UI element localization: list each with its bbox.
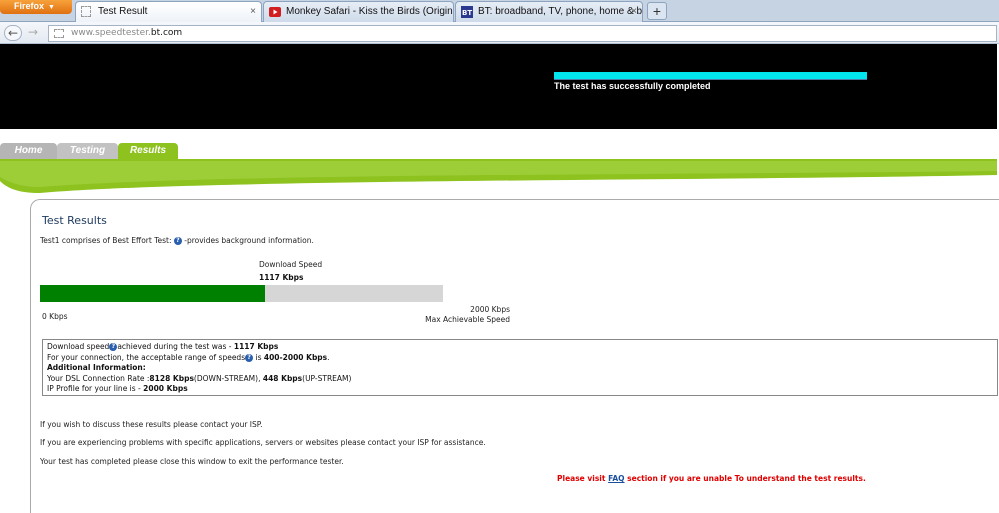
forward-button[interactable]: → bbox=[24, 25, 42, 41]
info-value: 2000 Kbps bbox=[143, 384, 188, 393]
tab-test-result[interactable]: Test Result × bbox=[75, 1, 262, 23]
info-text: Your DSL Connection Rate : bbox=[47, 373, 150, 383]
close-tab-icon[interactable]: × bbox=[250, 2, 256, 21]
info-text: Download speed bbox=[47, 342, 110, 351]
info-value: 448 Kbps bbox=[262, 373, 303, 383]
app-problems-text: If you are experiencing problems with sp… bbox=[40, 438, 486, 447]
info-value: 1117 Kbps bbox=[233, 342, 279, 351]
intro-text-after: -provides background information. bbox=[181, 236, 314, 245]
contact-isp-text: If you wish to discuss these results ple… bbox=[40, 420, 263, 429]
speed-min-label: 0 Kbps bbox=[42, 312, 68, 321]
new-tab-button[interactable]: + bbox=[647, 2, 667, 20]
speed-max-value: 2000 Kbps bbox=[470, 305, 510, 314]
back-arrow-icon: ← bbox=[7, 26, 19, 40]
info-value: 8128 Kbps bbox=[149, 373, 194, 383]
back-button[interactable]: ← bbox=[4, 25, 22, 41]
faq-text: Please visit bbox=[557, 474, 609, 483]
info-heading: Additional Information: bbox=[47, 363, 146, 372]
navigation-toolbar: ← → www.speedtester.bt.com bbox=[0, 22, 999, 44]
info-text: is bbox=[253, 352, 264, 362]
help-icon[interactable]: ? bbox=[245, 353, 254, 362]
page-title: Test Results bbox=[42, 214, 107, 227]
progress-underline bbox=[554, 79, 867, 80]
firefox-menu-button[interactable]: Firefox ▼ bbox=[0, 0, 72, 14]
tester-banner: The test has successfully completed bbox=[0, 44, 997, 129]
help-icon[interactable]: ? bbox=[173, 237, 182, 245]
speed-bar-track bbox=[40, 285, 443, 302]
speed-max-label: Max Achievable Speed bbox=[425, 315, 510, 324]
info-text: . bbox=[327, 352, 330, 362]
firefox-menu-label: Firefox bbox=[14, 1, 45, 11]
download-speed-value: 1117 Kbps bbox=[259, 273, 304, 282]
nav-tab-home[interactable]: Home bbox=[0, 143, 57, 159]
info-line-ip-profile: IP Profile for your line is - 2000 Kbps bbox=[47, 384, 993, 395]
tab-bt[interactable]: BT BT: broadband, TV, phone, home & b...… bbox=[455, 1, 643, 22]
test-progress-bar bbox=[554, 72, 867, 79]
url-host: bt.com bbox=[150, 28, 183, 38]
info-text: (DOWN-STREAM), bbox=[193, 373, 263, 383]
info-text: IP Profile for your line is - bbox=[47, 384, 144, 393]
nav-tab-results[interactable]: Results bbox=[118, 143, 178, 159]
info-value: 400-2000 Kbps bbox=[263, 352, 328, 362]
forward-arrow-icon: → bbox=[27, 25, 39, 39]
green-swoosh bbox=[0, 159, 997, 193]
tab-title: BT: broadband, TV, phone, home & b... bbox=[478, 6, 643, 17]
info-line-dsl-rate: Your DSL Connection Rate :8128 Kbps(DOWN… bbox=[47, 374, 993, 385]
info-text: (UP-STREAM) bbox=[302, 373, 352, 383]
close-window-text: Your test has completed please close thi… bbox=[40, 457, 344, 466]
info-line-range: For your connection, the acceptable rang… bbox=[47, 353, 993, 364]
test-intro: Test1 comprises of Best Effort Test: ? -… bbox=[40, 236, 314, 245]
faq-notice: Please visit FAQ section if you are unab… bbox=[557, 474, 866, 483]
site-identity-icon bbox=[54, 29, 64, 38]
intro-text: Test1 comprises of Best Effort Test: bbox=[40, 236, 174, 245]
info-text: achieved during the test was - bbox=[117, 342, 234, 351]
page-icon bbox=[81, 6, 91, 17]
url-bar[interactable]: www.speedtester.bt.com bbox=[48, 25, 997, 42]
faq-text: section if you are unable To understand … bbox=[624, 474, 866, 483]
chevron-down-icon: ▼ bbox=[48, 4, 55, 11]
info-text: For your connection, the acceptable rang… bbox=[47, 352, 246, 362]
speed-info-box: Download speed? achieved during the test … bbox=[42, 339, 998, 396]
download-speed-label: Download Speed bbox=[259, 260, 323, 269]
bt-logo-icon: BT bbox=[461, 6, 473, 18]
speed-max: 2000 Kbps Max Achievable Speed bbox=[400, 305, 510, 325]
tab-title: Monkey Safari - Kiss the Birds (Origin..… bbox=[286, 6, 454, 17]
url-scheme: www.speedtester. bbox=[71, 28, 151, 38]
tab-strip: Firefox ▼ Test Result × Monkey Safari - K… bbox=[0, 0, 999, 23]
close-tab-icon[interactable]: × bbox=[631, 2, 637, 21]
completion-message: The test has successfully completed bbox=[554, 81, 711, 91]
tab-title: Test Result bbox=[98, 6, 148, 17]
speed-bar-fill bbox=[40, 285, 265, 302]
tab-monkey-safari[interactable]: Monkey Safari - Kiss the Birds (Origin..… bbox=[263, 1, 454, 22]
nav-tab-testing[interactable]: Testing bbox=[57, 143, 118, 159]
info-line-download: Download speed? achieved during the test … bbox=[47, 342, 993, 353]
svg-text:BT: BT bbox=[462, 9, 472, 17]
youtube-icon bbox=[269, 7, 281, 17]
faq-link[interactable]: FAQ bbox=[608, 474, 624, 483]
